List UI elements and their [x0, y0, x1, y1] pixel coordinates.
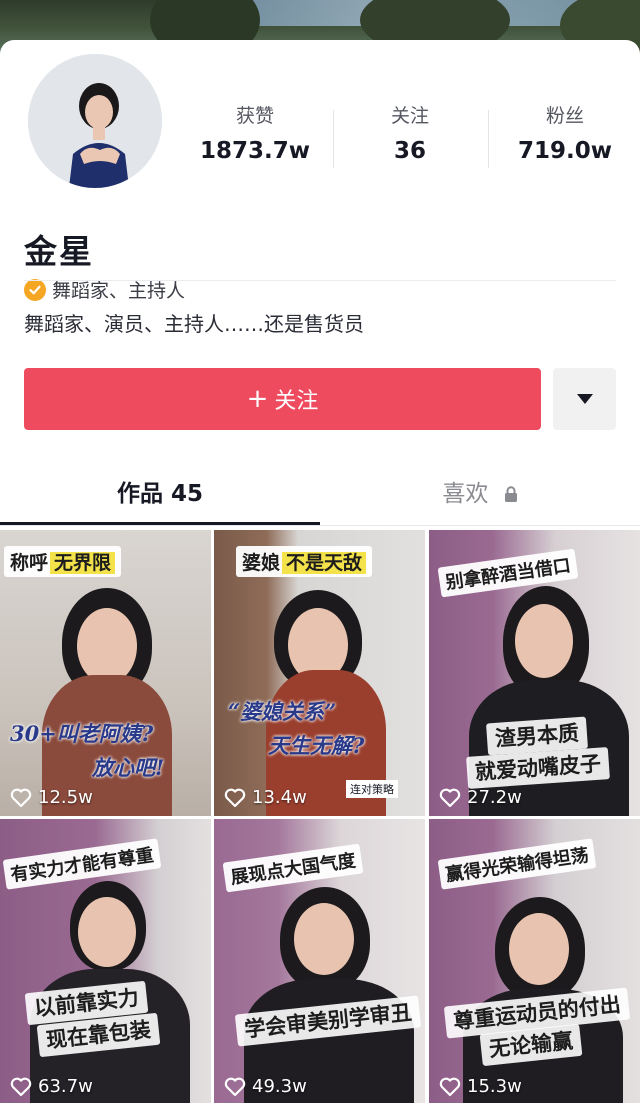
profile-name: 金星 — [24, 232, 94, 271]
tab-works[interactable]: 作品 45 — [0, 474, 320, 514]
video-likes-count: 49.3w — [252, 1076, 307, 1097]
video-tile[interactable]: 有实力才能有尊重 以前靠实力 现在靠包装 63.7w — [0, 819, 211, 1103]
video-likes-count: 13.4w — [252, 787, 307, 808]
video-tile[interactable]: 婆娘 不是天敌 “婆媳关系” 天生无解? 连对策略 13.4w — [214, 530, 425, 816]
stat-following[interactable]: 关注 36 — [335, 102, 485, 164]
heart-icon — [10, 788, 32, 807]
video-likes: 15.3w — [439, 1076, 522, 1097]
video-grid: 称呼 无界限 30+叫老阿姨? 放心吧! 12.5w 婆娘 不是天敌 “婆媳关系” … — [0, 530, 640, 1103]
stat-value: 36 — [393, 138, 426, 164]
stat-divider — [488, 110, 489, 168]
stat-label: 关注 — [390, 105, 429, 127]
video-likes-count: 12.5w — [38, 787, 93, 808]
video-caption: 婆娘 不是天敌 — [236, 546, 373, 577]
heart-icon — [224, 788, 246, 807]
stat-value: 719.0w — [518, 138, 612, 164]
video-likes: 27.2w — [439, 787, 522, 808]
video-likes: 13.4w — [224, 787, 307, 808]
person-face — [509, 913, 569, 985]
tab-divider — [0, 525, 640, 526]
overlay-text: “婆媳关系” — [228, 699, 337, 724]
video-tile[interactable]: 称呼 无界限 30+叫老阿姨? 放心吧! 12.5w — [0, 530, 211, 816]
caption-part: 称呼 — [10, 552, 49, 574]
video-tile[interactable]: 展现点大国气度 学会审美别学审丑 49.3w — [214, 819, 425, 1103]
video-likes: 63.7w — [10, 1076, 93, 1097]
verified-check-icon — [24, 278, 46, 301]
video-likes: 12.5w — [10, 787, 93, 808]
caption-highlight: 无界限 — [50, 552, 116, 574]
overlay-text: 放心吧! — [92, 755, 165, 780]
overlay-text: 天生无解? — [268, 733, 365, 758]
person-face — [294, 903, 354, 975]
more-options-button[interactable] — [553, 368, 616, 430]
video-caption: 称呼 无界限 — [4, 546, 122, 577]
caption-part: 婆娘 — [242, 552, 281, 574]
video-tile[interactable]: 别拿醉酒当借口 渣男本质 就爱动嘴皮子 27.2w — [429, 530, 640, 816]
small-tag: 连对策略 — [346, 780, 398, 798]
stat-followers[interactable]: 粉丝 719.0w — [490, 102, 640, 164]
caption-highlight: 不是天敌 — [282, 552, 367, 574]
profile-sheet: 获赞 1873.7w 关注 36 粉丝 719.0w 金星 舞蹈家、主持人 舞蹈… — [0, 40, 640, 1103]
profile-bio: 舞蹈家、演员、主持人……还是售货员 — [24, 312, 364, 336]
plus-icon: + — [246, 384, 269, 414]
video-likes-count: 15.3w — [467, 1076, 522, 1097]
heart-icon — [439, 1077, 461, 1096]
caret-down-icon — [576, 394, 593, 404]
heart-icon — [439, 788, 461, 807]
stat-value: 1873.7w — [199, 138, 310, 164]
heart-icon — [10, 1077, 32, 1096]
heart-icon — [224, 1077, 246, 1096]
stat-label: 粉丝 — [545, 105, 584, 127]
video-tile[interactable]: 赢得光荣输得坦荡 尊重运动员的付出 无论输赢 15.3w — [429, 819, 640, 1103]
person-face — [515, 604, 573, 678]
avatar[interactable] — [24, 50, 166, 192]
stat-likes[interactable]: 获赞 1873.7w — [180, 102, 330, 164]
tab-likes[interactable]: 喜欢 — [320, 474, 640, 514]
profile-stats: 获赞 1873.7w 关注 36 粉丝 719.0w — [180, 102, 640, 192]
video-likes: 49.3w — [224, 1076, 307, 1097]
video-likes-count: 27.2w — [467, 787, 522, 808]
follow-button[interactable]: + 关注 — [24, 368, 541, 430]
lock-icon — [504, 475, 518, 515]
stat-label: 获赞 — [235, 105, 274, 127]
stat-divider — [333, 110, 334, 168]
section-divider — [24, 280, 616, 281]
person-face — [77, 608, 137, 684]
person-face — [78, 897, 136, 967]
tab-likes-label: 喜欢 — [442, 481, 489, 507]
overlay-text: 30+叫老阿姨? — [10, 721, 154, 746]
video-likes-count: 63.7w — [38, 1076, 93, 1097]
follow-label: 关注 — [274, 389, 319, 414]
